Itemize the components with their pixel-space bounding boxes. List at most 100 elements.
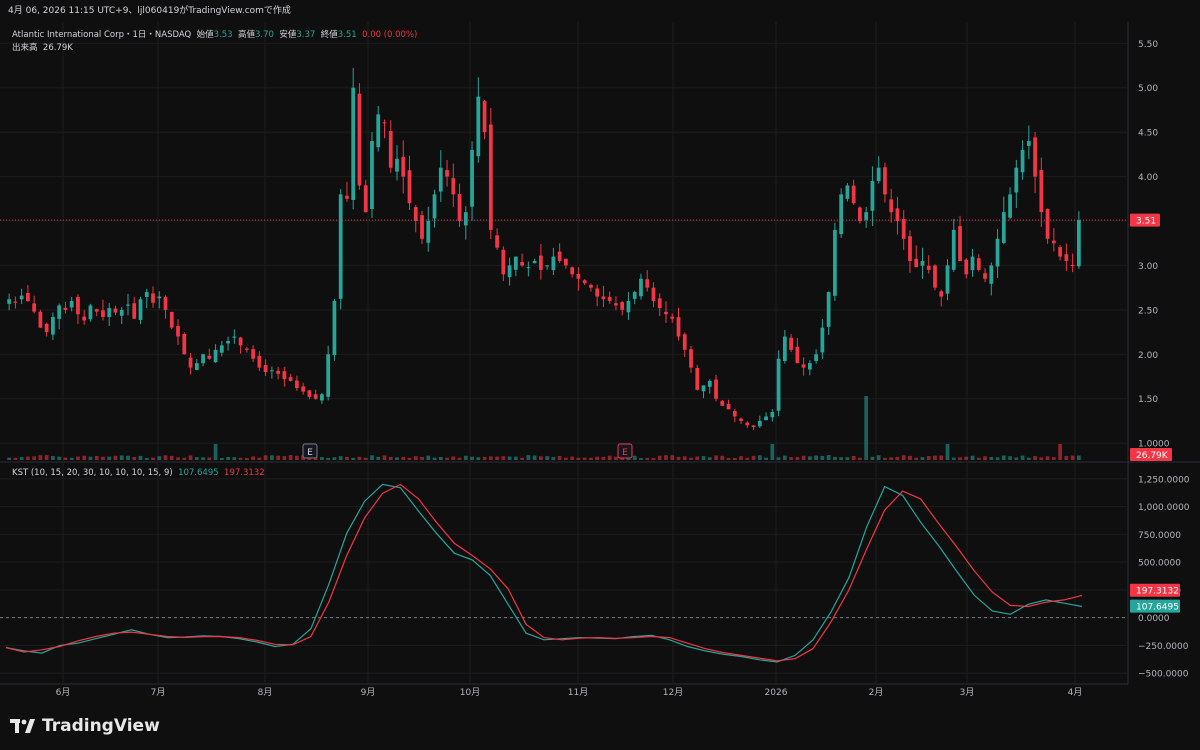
candle-body[interactable] [582, 280, 587, 284]
candle-body[interactable] [219, 345, 224, 353]
candle-body[interactable] [883, 167, 887, 195]
candle-body[interactable] [620, 302, 625, 310]
candle-body[interactable] [413, 207, 418, 222]
candle-body[interactable] [670, 316, 675, 319]
candle-body[interactable] [132, 303, 137, 319]
candle-body[interactable] [213, 349, 218, 363]
candle-body[interactable] [520, 262, 524, 266]
candle-body[interactable] [151, 293, 155, 303]
candle-body[interactable] [626, 300, 631, 313]
candle-body[interactable] [864, 212, 869, 220]
candle-body[interactable] [113, 308, 118, 313]
candle-body[interactable] [88, 305, 93, 320]
candle-body[interactable] [76, 297, 80, 315]
candle-body[interactable] [263, 364, 268, 373]
candle-body[interactable] [457, 193, 462, 222]
candle-body[interactable] [564, 258, 568, 266]
candle-body[interactable] [226, 340, 230, 344]
candle-body[interactable] [651, 287, 656, 301]
candle-body[interactable] [51, 316, 55, 335]
candle-body[interactable] [501, 249, 506, 275]
candle-body[interactable] [244, 348, 249, 350]
candle-body[interactable] [645, 279, 650, 288]
candle-body[interactable] [1026, 141, 1031, 146]
candle-body[interactable] [188, 357, 193, 368]
candle-body[interactable] [570, 267, 575, 275]
candle-body[interactable] [607, 296, 612, 301]
candle-body[interactable] [964, 259, 969, 275]
candle-body[interactable] [757, 420, 762, 427]
candle-body[interactable] [451, 178, 456, 195]
candle-body[interactable] [933, 265, 937, 288]
candle-body[interactable] [664, 311, 668, 315]
candle-body[interactable] [926, 265, 931, 270]
candle-body[interactable] [958, 226, 962, 261]
candle-body[interactable] [407, 170, 412, 204]
candle-body[interactable] [176, 326, 180, 337]
candle-body[interactable] [126, 304, 130, 306]
candle-body[interactable] [82, 316, 87, 321]
candle-body[interactable] [889, 199, 894, 213]
candle-body[interactable] [782, 336, 787, 361]
candle-body[interactable] [695, 367, 700, 390]
candle-body[interactable] [426, 221, 431, 243]
candle-body[interactable] [207, 355, 212, 359]
candle-body[interactable] [826, 292, 831, 327]
candle-body[interactable] [169, 311, 174, 328]
candle-body[interactable] [201, 354, 205, 364]
candle-body[interactable] [288, 377, 293, 381]
candle-body[interactable] [32, 303, 37, 312]
candle-body[interactable] [576, 273, 581, 279]
candle-body[interactable] [714, 379, 718, 399]
candle-body[interactable] [908, 236, 912, 261]
candle-body[interactable] [689, 349, 693, 368]
candle-body[interactable] [1039, 169, 1044, 213]
candle-body[interactable] [257, 355, 262, 368]
candle-body[interactable] [776, 358, 781, 411]
candle-body[interactable] [94, 309, 99, 312]
candle-body[interactable] [1045, 208, 1050, 239]
candle-body[interactable] [557, 251, 562, 261]
symbol-name[interactable]: Atlantic International Corp・1日・NASDAQ [12, 30, 191, 40]
candle-body[interactable] [363, 185, 368, 213]
candle-body[interactable] [144, 292, 149, 297]
candle-body[interactable] [395, 158, 399, 172]
candle-body[interactable] [57, 305, 62, 319]
candle-body[interactable] [914, 258, 919, 268]
tradingview-logo[interactable]: TradingView [10, 716, 160, 736]
candle-body[interactable] [295, 380, 299, 389]
candle-body[interactable] [732, 410, 737, 417]
candle-body[interactable] [470, 149, 474, 207]
candle-body[interactable] [770, 412, 775, 418]
candle-body[interactable] [682, 334, 687, 350]
candle-body[interactable] [901, 219, 906, 239]
candle-body[interactable] [44, 323, 49, 333]
candle-body[interactable] [445, 170, 449, 177]
candle-body[interactable] [282, 371, 287, 380]
candle-body[interactable] [951, 229, 956, 270]
candle-body[interactable] [970, 256, 975, 271]
candle-body[interactable] [595, 288, 600, 297]
candle-body[interactable] [745, 422, 750, 426]
candle-body[interactable] [420, 215, 424, 239]
candle-body[interactable] [163, 296, 168, 310]
kst-label[interactable]: KST (10, 15, 20, 30, 10, 10, 10, 15, 9) [12, 468, 173, 478]
candle-body[interactable] [157, 296, 162, 299]
chart-area[interactable]: 5.505.004.504.003.503.002.502.001.501.00… [0, 22, 1200, 710]
candle-body[interactable] [182, 333, 187, 355]
candle-body[interactable] [232, 336, 237, 338]
candle-body[interactable] [326, 354, 331, 397]
candle-body[interactable] [1008, 194, 1012, 218]
candle-body[interactable] [251, 349, 255, 359]
candle-body[interactable] [739, 418, 743, 421]
candle-body[interactable] [764, 416, 768, 421]
candle-body[interactable] [432, 194, 437, 219]
candle-body[interactable] [19, 295, 24, 300]
candle-body[interactable] [807, 363, 812, 370]
candle-body[interactable] [1076, 220, 1081, 267]
candle-body[interactable] [720, 400, 725, 406]
candle-body[interactable] [101, 310, 105, 317]
candle-body[interactable] [301, 386, 306, 392]
candle-body[interactable] [876, 167, 881, 182]
candle-body[interactable] [526, 267, 531, 269]
